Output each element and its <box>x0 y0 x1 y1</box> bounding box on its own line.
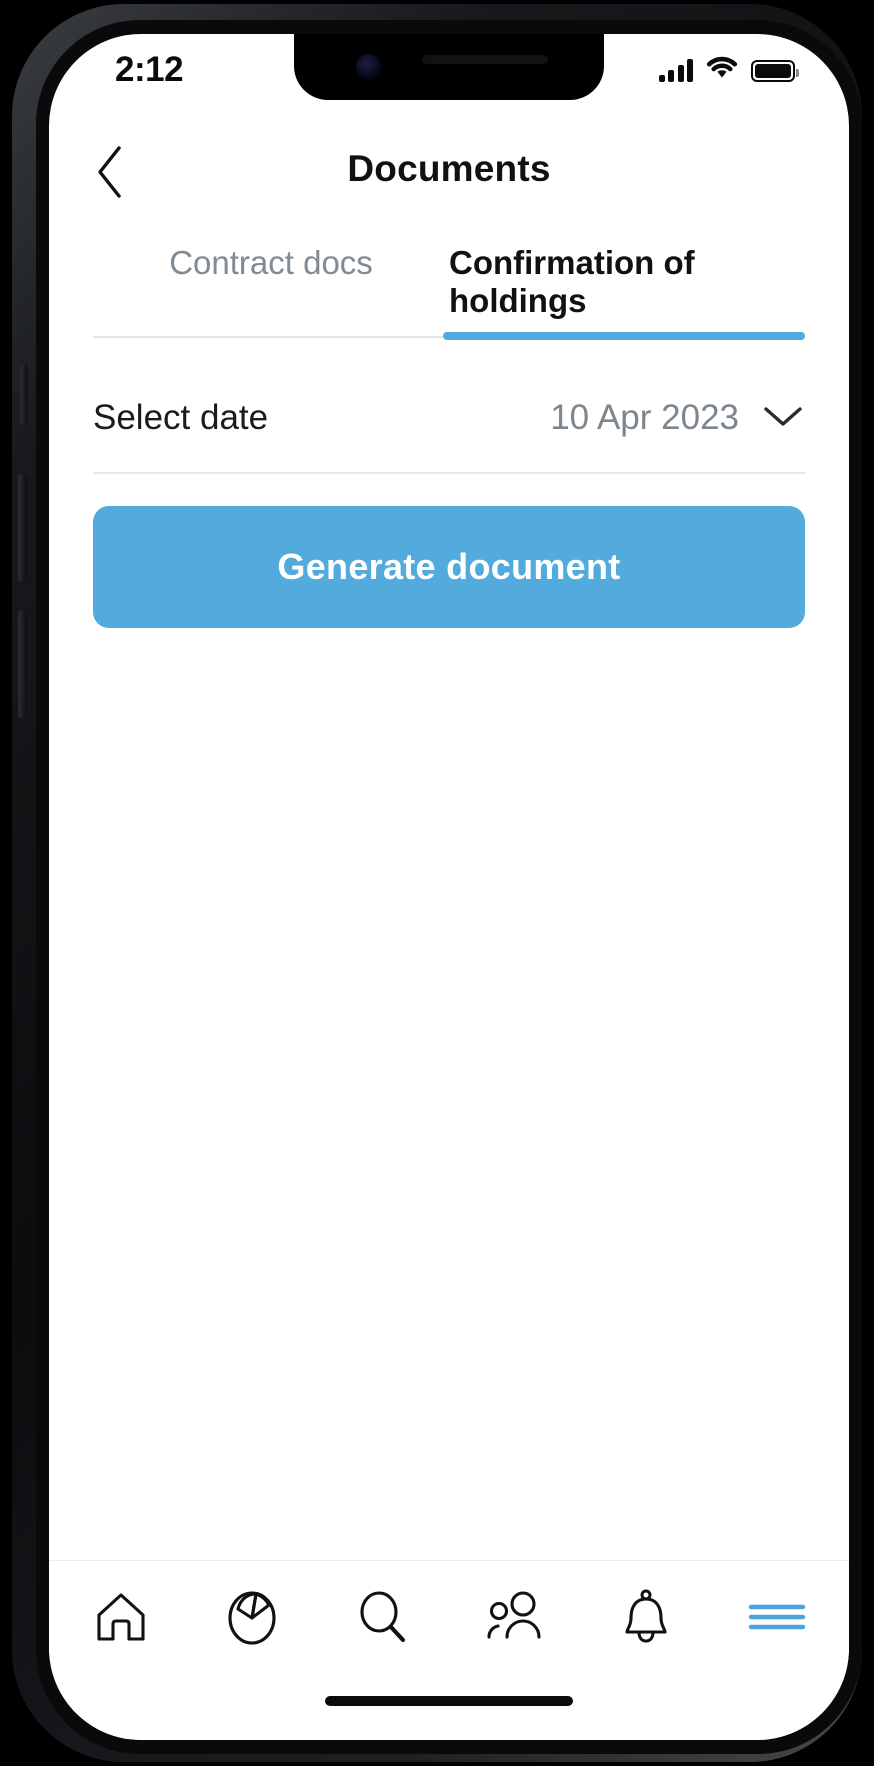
tab-contract-docs[interactable]: Contract docs <box>93 224 449 308</box>
generate-document-button[interactable]: Generate document <box>93 506 805 628</box>
nav-home[interactable] <box>71 1571 171 1667</box>
select-date-label: Select date <box>93 398 269 437</box>
phone-screen: 2:12 Documents Contract docs Confirmatio… <box>49 34 849 1740</box>
bottom-navigation-bar <box>49 1560 849 1740</box>
page-title: Documents <box>347 148 551 189</box>
status-time: 2:12 <box>115 50 184 89</box>
app-header: Documents <box>49 130 849 222</box>
tab-confirmation-of-holdings[interactable]: Confirmation of holdings <box>449 224 805 319</box>
bell-icon <box>618 1587 674 1652</box>
select-date-divider <box>93 472 805 474</box>
home-icon <box>91 1588 151 1651</box>
nav-portfolio[interactable] <box>202 1571 302 1667</box>
home-indicator[interactable] <box>325 1696 573 1706</box>
volume-up-button[interactable] <box>18 474 27 582</box>
nav-notifications[interactable] <box>596 1571 696 1667</box>
display-notch <box>294 34 604 100</box>
status-icons <box>658 56 799 85</box>
search-icon <box>353 1587 413 1652</box>
volume-down-button[interactable] <box>18 610 27 718</box>
select-date-row[interactable]: Select date 10 Apr 2023 <box>93 364 805 472</box>
active-tab-indicator <box>443 332 805 340</box>
pie-chart-icon <box>222 1587 282 1652</box>
select-date-value-group[interactable]: 10 Apr 2023 <box>550 398 805 438</box>
wifi-icon <box>706 56 738 85</box>
cellular-signal-icon <box>658 59 693 82</box>
silent-switch[interactable] <box>20 364 28 424</box>
people-icon <box>484 1588 546 1651</box>
tab-confirmation-of-holdings-label: Confirmation of holdings <box>449 244 695 319</box>
battery-full-icon <box>751 59 799 82</box>
bottom-nav-items <box>71 1571 827 1667</box>
tabs-bar: Contract docs Confirmation of holdings <box>93 224 805 319</box>
tab-contract-docs-label: Contract docs <box>169 244 373 281</box>
nav-search[interactable] <box>333 1571 433 1667</box>
hamburger-menu-icon <box>746 1597 808 1642</box>
nav-contacts[interactable] <box>465 1571 565 1667</box>
nav-menu[interactable] <box>727 1571 827 1667</box>
chevron-down-icon[interactable] <box>761 402 805 435</box>
front-camera-icon <box>356 54 382 80</box>
earpiece-speaker <box>422 55 548 64</box>
select-date-value: 10 Apr 2023 <box>550 398 739 437</box>
phone-frame: 2:12 Documents Contract docs Confirmatio… <box>12 4 862 1762</box>
